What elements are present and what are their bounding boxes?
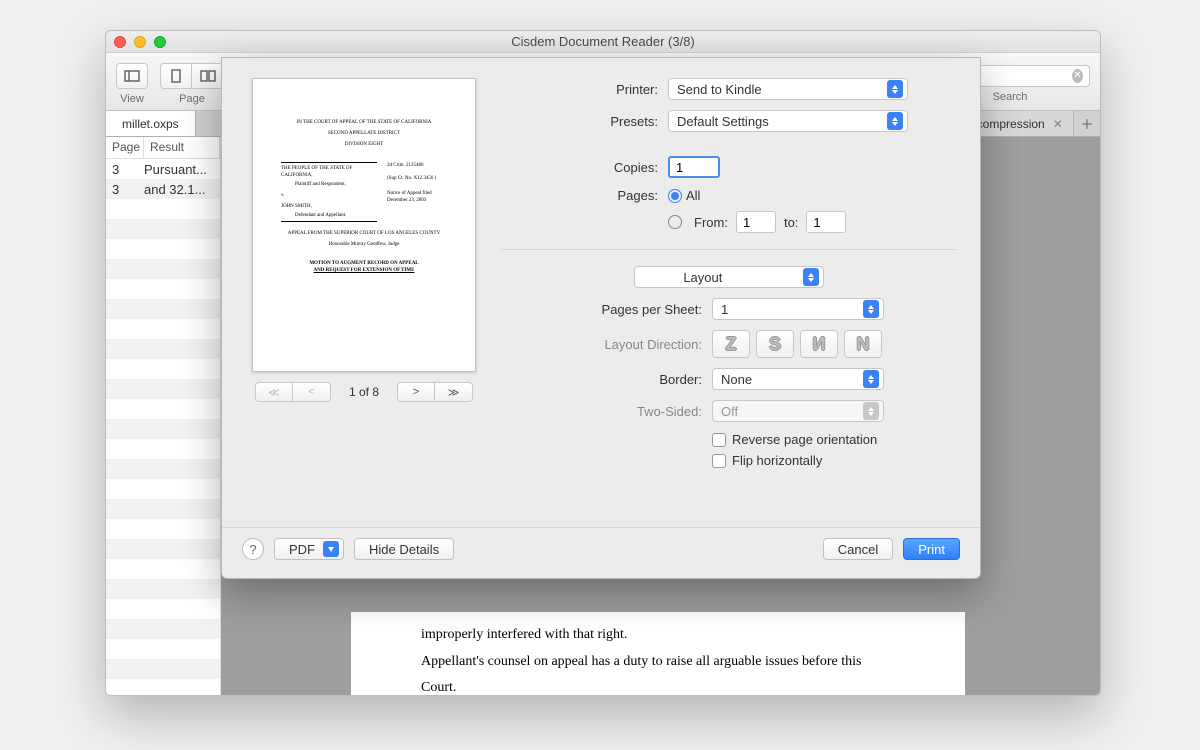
printer-label: Printer: [502, 82, 658, 97]
preview-page: IN THE COURT OF APPEAL OF THE STATE OF C… [252, 78, 476, 372]
cancel-button[interactable]: Cancel [823, 538, 893, 560]
search-results-sidebar: Page Result 3Pursuant... 3and 32.1... [106, 137, 221, 695]
chevron-updown-icon [887, 80, 903, 98]
presets-select[interactable]: Default Settings [668, 110, 908, 132]
print-preview: IN THE COURT OF APPEAL OF THE STATE OF C… [246, 78, 482, 517]
tab-millet[interactable]: millet.oxps [106, 111, 196, 136]
chevron-updown-icon [803, 268, 819, 286]
layout-direction-1[interactable]: Z [712, 330, 750, 358]
chevron-updown-icon [887, 112, 903, 130]
help-button[interactable]: ? [242, 538, 264, 560]
pps-label: Pages per Sheet: [502, 302, 702, 317]
print-confirm-button[interactable]: Print [903, 538, 960, 560]
twosided-select: Off [712, 400, 884, 422]
from-input[interactable] [736, 211, 776, 233]
titlebar: Cisdem Document Reader (3/8) [106, 31, 1100, 53]
pages-label: Pages: [502, 188, 658, 203]
to-label: to: [784, 215, 798, 230]
to-input[interactable] [806, 211, 846, 233]
reverse-label: Reverse page orientation [732, 432, 877, 447]
minimize-window-button[interactable] [134, 36, 146, 48]
col-result: Result [144, 137, 220, 158]
layout-direction-2[interactable]: S [756, 330, 794, 358]
pages-all-label: All [686, 188, 700, 203]
preview-first-button[interactable]: ≪ [255, 382, 293, 402]
chevron-updown-icon [863, 402, 879, 420]
view-label: View [120, 93, 144, 105]
window-controls [114, 36, 166, 48]
preview-next-button[interactable]: > [397, 382, 435, 402]
close-window-button[interactable] [114, 36, 126, 48]
search-label: Search [993, 91, 1028, 103]
close-tab-icon[interactable]: ✕ [1053, 117, 1063, 131]
chevron-updown-icon [863, 300, 879, 318]
clear-search-icon[interactable]: ✕ [1072, 69, 1083, 83]
dialog-footer: ? PDF Hide Details Cancel Print [222, 527, 980, 578]
result-row[interactable]: 3and 32.1... [106, 179, 220, 199]
page-label: Page [179, 93, 205, 105]
print-dialog: IN THE COURT OF APPEAL OF THE STATE OF C… [221, 57, 981, 579]
pps-select[interactable]: 1 [712, 298, 884, 320]
single-page-button[interactable] [160, 63, 192, 89]
layout-direction-4[interactable]: N [844, 330, 882, 358]
add-tab-button[interactable]: ＋ [1074, 111, 1100, 136]
result-row[interactable]: 3Pursuant... [106, 159, 220, 179]
chevron-updown-icon [863, 370, 879, 388]
window-title: Cisdem Document Reader (3/8) [511, 34, 695, 49]
pages-all-radio[interactable] [668, 189, 682, 203]
copies-label: Copies: [502, 160, 658, 175]
direction-label: Layout Direction: [502, 337, 702, 352]
col-page: Page [106, 137, 144, 158]
printer-select[interactable]: Send to Kindle [668, 78, 908, 100]
section-select[interactable]: Layout [634, 266, 824, 288]
flip-label: Flip horizontally [732, 453, 822, 468]
document-page: improperly interfered with that right. A… [351, 612, 965, 695]
layout-direction-3[interactable]: И [800, 330, 838, 358]
border-select[interactable]: None [712, 368, 884, 390]
twosided-label: Two-Sided: [502, 404, 702, 419]
preview-prev-button[interactable]: < [293, 382, 331, 402]
from-label: From: [694, 215, 728, 230]
preview-nav: ≪ < 1 of 8 > ≫ [255, 382, 473, 402]
reverse-checkbox[interactable] [712, 433, 726, 447]
hide-details-button[interactable]: Hide Details [354, 538, 454, 560]
facing-page-button[interactable] [192, 63, 224, 89]
view-button[interactable] [116, 63, 148, 89]
zoom-window-button[interactable] [154, 36, 166, 48]
border-label: Border: [502, 372, 702, 387]
flip-checkbox[interactable] [712, 454, 726, 468]
chevron-down-icon [323, 541, 339, 557]
preview-last-button[interactable]: ≫ [435, 382, 473, 402]
pages-from-radio[interactable] [668, 215, 682, 229]
print-settings: Printer: Send to Kindle Presets: Default… [502, 78, 956, 517]
presets-label: Presets: [502, 114, 658, 129]
copies-input[interactable] [668, 156, 720, 178]
page-indicator: 1 of 8 [349, 385, 379, 399]
pdf-menu-button[interactable]: PDF [274, 538, 344, 560]
